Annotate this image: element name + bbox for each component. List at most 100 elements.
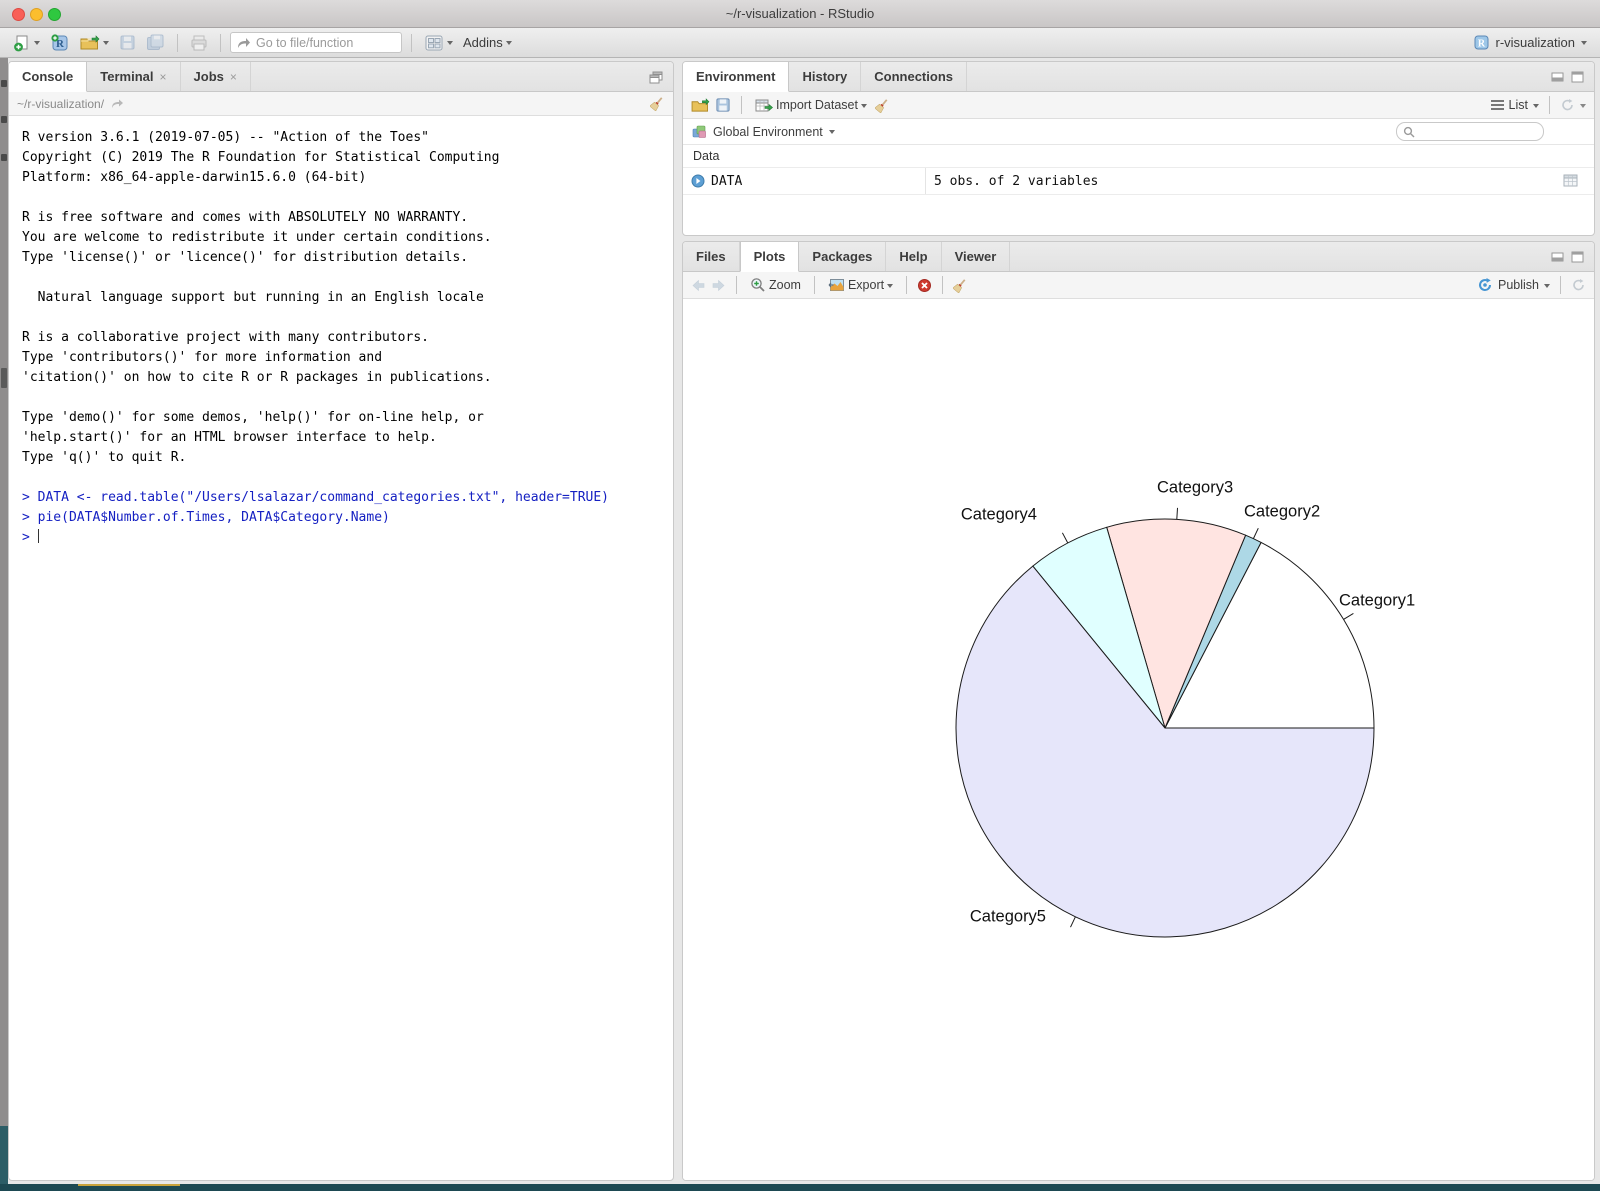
global-environment-icon xyxy=(691,124,707,140)
console-line: R is a collaborative project with many c… xyxy=(22,328,665,348)
project-selector[interactable]: R r-visualization xyxy=(1470,32,1590,53)
pane-layout-caret[interactable] xyxy=(447,41,453,48)
minimize-pane-icon[interactable] xyxy=(1551,252,1564,262)
console-line: R is free software and comes with ABSOLU… xyxy=(22,208,665,228)
export-plot-label: Export xyxy=(848,278,884,292)
tab-console[interactable]: Console xyxy=(9,62,87,92)
maximize-pane-icon[interactable] xyxy=(1571,71,1584,83)
save-button[interactable] xyxy=(116,32,139,53)
publish-caret[interactable] xyxy=(1544,284,1550,291)
tab-connections[interactable]: Connections xyxy=(861,62,967,91)
tab-files[interactable]: Files xyxy=(683,242,740,271)
print-icon xyxy=(190,35,208,51)
console-line: Type 'q()' to quit R. xyxy=(22,448,665,468)
open-recent-caret[interactable] xyxy=(103,41,109,48)
tab-environment[interactable]: Environment xyxy=(683,62,789,92)
refresh-environment-caret[interactable] xyxy=(1580,104,1586,111)
zoom-plot-button[interactable]: Zoom xyxy=(747,275,804,295)
load-workspace-folder-icon[interactable] xyxy=(691,98,710,113)
export-plot-caret xyxy=(887,284,893,291)
remove-plot-icon[interactable] xyxy=(917,278,932,293)
new-project-button[interactable]: R xyxy=(47,31,73,54)
console-working-dir-bar: ~/r-visualization/ xyxy=(9,92,673,116)
environment-search-box[interactable] xyxy=(1396,122,1544,141)
toolbar-separator xyxy=(814,276,815,294)
background-window-edge xyxy=(0,58,8,1184)
pie-label-Category4: Category4 xyxy=(961,505,1037,523)
tab-environment-label: Environment xyxy=(696,69,775,84)
console-line: You are welcome to redistribute it under… xyxy=(22,228,665,248)
tab-packages-label: Packages xyxy=(812,249,872,264)
save-all-button[interactable] xyxy=(143,32,168,53)
open-file-button[interactable] xyxy=(77,33,112,53)
save-all-icon xyxy=(146,34,165,51)
zoom-plot-label: Zoom xyxy=(769,278,801,292)
clear-all-plots-broom-icon[interactable] xyxy=(953,278,968,293)
clear-console-broom-icon[interactable] xyxy=(650,96,665,111)
tab-terminal-close-icon[interactable]: × xyxy=(160,70,167,84)
plot-display-area: Category1Category2Category3Category4Cate… xyxy=(683,299,1594,1181)
environment-object-row[interactable]: DATA 5 obs. of 2 variables xyxy=(683,168,1594,195)
toolbar-separator xyxy=(736,276,737,294)
new-file-dropdown-caret[interactable] xyxy=(34,41,40,48)
console-line: Type 'license()' or 'licence()' for dist… xyxy=(22,248,665,268)
pie-label-tick xyxy=(1253,528,1258,538)
environment-scope-label[interactable]: Global Environment xyxy=(713,125,823,139)
text-cursor xyxy=(38,529,39,543)
publish-icon xyxy=(1477,277,1493,293)
new-file-button[interactable] xyxy=(10,32,43,54)
import-dataset-button[interactable]: Import Dataset xyxy=(752,96,870,115)
goto-file-search[interactable] xyxy=(230,32,402,53)
environment-scope-row: Global Environment xyxy=(683,119,1594,145)
import-dataset-caret xyxy=(861,104,867,111)
minimize-pane-icon[interactable] xyxy=(1551,72,1564,82)
environment-section-header: Data xyxy=(683,145,1594,168)
clear-environment-broom-icon[interactable] xyxy=(875,98,890,113)
console-output[interactable]: R version 3.6.1 (2019-07-05) -- "Action … xyxy=(9,116,673,1180)
tab-history[interactable]: History xyxy=(789,62,861,91)
save-workspace-icon[interactable] xyxy=(715,97,731,113)
tab-jobs-close-icon[interactable]: × xyxy=(230,70,237,84)
maximize-pane-icon[interactable] xyxy=(649,71,663,84)
pie-label-tick xyxy=(1344,613,1354,619)
tab-jobs[interactable]: Jobs × xyxy=(181,62,251,91)
main-toolbar: R xyxy=(0,28,1600,58)
goto-arrow-icon xyxy=(237,37,251,49)
tab-viewer[interactable]: Viewer xyxy=(942,242,1011,271)
tab-packages[interactable]: Packages xyxy=(799,242,886,271)
goto-directory-arrow-icon[interactable] xyxy=(111,98,124,109)
goto-file-input[interactable] xyxy=(256,36,386,50)
previous-plot-arrow-icon[interactable] xyxy=(691,279,706,292)
window-titlebar: ~/r-visualization - RStudio xyxy=(0,0,1600,28)
pie-label-Category3: Category3 xyxy=(1157,478,1233,496)
view-data-grid-icon[interactable] xyxy=(1563,174,1578,187)
toolbar-separator xyxy=(1549,96,1550,114)
publish-label[interactable]: Publish xyxy=(1498,278,1539,292)
addins-button[interactable]: Addins xyxy=(460,33,515,52)
expand-object-icon[interactable] xyxy=(691,174,705,188)
console-line: Type 'demo()' for some demos, 'help()' f… xyxy=(22,408,665,428)
refresh-plot-icon[interactable] xyxy=(1571,278,1586,292)
list-view-label[interactable]: List xyxy=(1509,98,1528,112)
console-line: 'help.start()' for an HTML browser inter… xyxy=(22,428,665,448)
tab-plots[interactable]: Plots xyxy=(740,242,800,272)
window-title: ~/r-visualization - RStudio xyxy=(0,0,1600,28)
pie-label-Category5: Category5 xyxy=(970,907,1046,925)
environment-scope-caret[interactable] xyxy=(829,130,835,137)
working-directory-path: ~/r-visualization/ xyxy=(17,97,104,111)
next-plot-arrow-icon[interactable] xyxy=(711,279,726,292)
pane-layout-button[interactable] xyxy=(421,32,456,54)
new-project-icon: R xyxy=(50,33,70,52)
list-view-caret[interactable] xyxy=(1533,104,1539,111)
refresh-environment-icon[interactable] xyxy=(1560,98,1575,112)
toolbar-separator xyxy=(1560,276,1561,294)
zoom-magnifier-icon xyxy=(750,277,766,293)
maximize-pane-icon[interactable] xyxy=(1571,251,1584,263)
tab-terminal[interactable]: Terminal × xyxy=(87,62,180,91)
environment-search-input[interactable] xyxy=(1419,125,1529,139)
export-plot-button[interactable]: Export xyxy=(825,276,896,294)
print-button[interactable] xyxy=(187,33,211,53)
tab-help[interactable]: Help xyxy=(886,242,941,271)
export-image-icon xyxy=(828,278,845,292)
project-name: r-visualization xyxy=(1496,35,1575,50)
